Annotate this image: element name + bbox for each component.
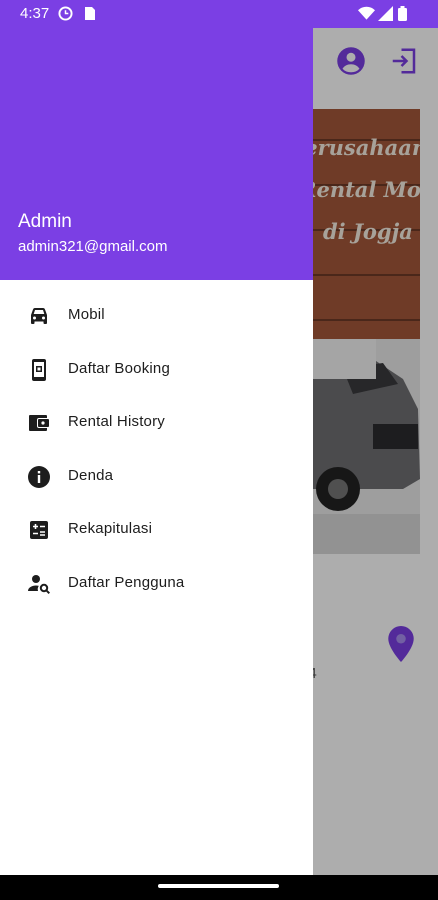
menu-label: Daftar Pengguna	[68, 573, 185, 591]
car-icon	[31, 308, 47, 324]
info-icon	[28, 465, 50, 488]
menu-item-denda[interactable]: Denda	[0, 450, 313, 504]
navigation-drawer: Admin admin321@gmail.com Mobil Daftar Bo…	[0, 0, 313, 875]
menu-item-daftar-booking[interactable]: Daftar Booking	[0, 343, 313, 397]
menu-label: Rental History	[68, 413, 165, 430]
wallet-icon	[29, 415, 49, 431]
status-time: 4:37	[20, 5, 50, 22]
user-name: Admin	[18, 211, 72, 232]
menu-item-rekapitulasi[interactable]: Rekapitulasi	[0, 503, 313, 557]
menu-label: Denda	[68, 466, 114, 484]
clock-icon	[58, 6, 73, 21]
sim-icon	[85, 7, 95, 20]
booking-icon	[32, 358, 46, 381]
drawer-menu: Mobil Daftar Booking Rental History Dend…	[0, 289, 313, 610]
menu-label: Mobil	[68, 306, 105, 323]
user-search-icon	[28, 574, 51, 594]
menu-item-daftar-pengguna[interactable]: Daftar Pengguna	[0, 557, 313, 611]
home-gesture-handle[interactable]	[158, 884, 279, 888]
menu-label: Rekapitulasi	[68, 520, 153, 537]
calculator-icon	[30, 521, 48, 539]
signal-icon	[378, 6, 393, 21]
battery-icon	[398, 6, 407, 21]
user-email: admin321@gmail.com	[18, 238, 168, 255]
navigation-bar	[0, 875, 438, 900]
wifi-icon	[358, 6, 375, 20]
status-bar: 4:37	[0, 0, 438, 28]
menu-item-mobil[interactable]: Mobil	[0, 289, 313, 343]
drawer-header: Admin admin321@gmail.com	[0, 0, 313, 280]
menu-item-rental-history[interactable]: Rental History	[0, 396, 313, 450]
menu-label: Daftar Booking	[68, 359, 171, 377]
